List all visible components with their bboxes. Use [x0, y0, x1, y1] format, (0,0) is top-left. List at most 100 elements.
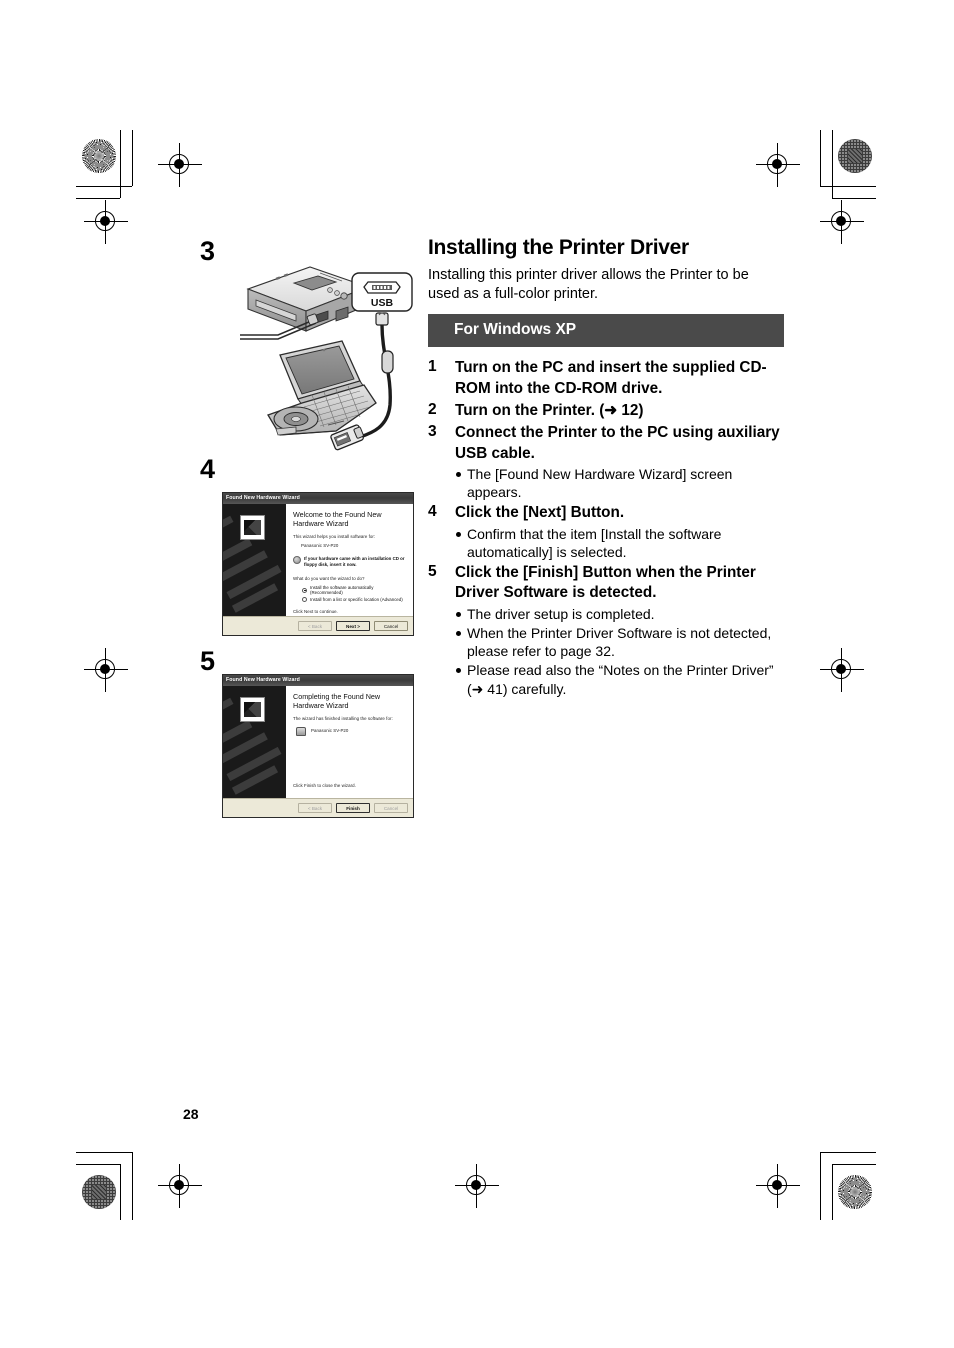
page-number: 28: [183, 1106, 199, 1122]
crop-mark-line: [76, 1152, 132, 1153]
crop-mark-line: [76, 186, 132, 187]
step-number: 3: [428, 423, 437, 441]
radio-button-icon: [302, 587, 307, 593]
dialog-titlebar: Found New Hardware Wizard: [223, 675, 413, 686]
note-item: Confirm that the item [Install the softw…: [455, 525, 784, 561]
crop-mark-line: [832, 130, 833, 198]
dialog-warning-text: If your hardware came with an installati…: [304, 555, 405, 568]
dialog-body: Completing the Found New Hardware Wizard…: [223, 686, 413, 798]
crop-mark-line: [832, 198, 876, 199]
wizard-sidebar-graphic: [223, 504, 286, 616]
registration-target: [158, 1164, 202, 1208]
step-item: 2 Turn on the Printer. (➜ 12): [428, 401, 784, 421]
back-button[interactable]: < Back: [298, 803, 332, 813]
dialog-device-name: Panasonic SV-P20: [311, 728, 349, 734]
crop-mark-line: [820, 130, 821, 186]
printer-icon: [296, 727, 306, 737]
step-text: Turn on the Printer. (➜ 12): [455, 401, 644, 419]
intro-paragraph: Installing this printer driver allows th…: [428, 267, 749, 303]
step-item: 1 Turn on the PC and insert the supplied…: [428, 358, 784, 399]
crop-mark-line: [820, 1152, 876, 1153]
crop-mark-line: [832, 1164, 833, 1220]
dialog-body: Welcome to the Found New Hardware Wizard…: [223, 504, 413, 616]
crop-mark-line: [120, 1164, 121, 1220]
back-button[interactable]: < Back: [298, 621, 332, 631]
step-item: 3 Connect the Printer to the PC using au…: [428, 423, 784, 501]
steps-list: 1 Turn on the PC and insert the supplied…: [428, 358, 784, 697]
portable-photo-printer-icon: [240, 266, 370, 340]
registration-target: [84, 200, 128, 244]
dialog-heading: Welcome to the Found New Hardware Wizard: [293, 510, 382, 528]
dialog-subtext: This wizard helps you install software f…: [293, 533, 376, 539]
dialog-footer: < Back Next > Cancel: [223, 616, 413, 635]
dialog-found-new-hardware-welcome[interactable]: Found New Hardware Wizard Welcome to the…: [222, 492, 414, 636]
printer-laptop-usb-diagram: USB: [240, 266, 413, 451]
step-item: 5 Click the [Finish] Button when the Pri…: [428, 563, 784, 698]
wizard-sidebar-graphic: [223, 686, 286, 798]
dialog-device-name: Panasonic SV-P20: [301, 543, 339, 549]
next-button[interactable]: Next >: [336, 621, 370, 631]
radio-install-from-list[interactable]: Install from a list or specific location…: [302, 597, 407, 603]
usb-callout: USB: [351, 272, 413, 312]
dialog-content: Completing the Found New Hardware Wizard…: [286, 686, 413, 798]
page-title: Installing the Printer Driver: [428, 236, 689, 259]
crop-mark-line: [120, 130, 121, 198]
registration-swatch-starburst: [82, 139, 116, 173]
wizard-icon: [240, 697, 265, 722]
crop-mark-line: [76, 1164, 120, 1165]
step-text: Turn on the PC and insert the supplied C…: [455, 359, 767, 397]
dialog-content: Welcome to the Found New Hardware Wizard…: [286, 504, 413, 616]
note-item: Please read also the “Notes on the Print…: [455, 661, 784, 697]
registration-target: [455, 1164, 499, 1208]
dialog-heading: Completing the Found New Hardware Wizard: [293, 692, 381, 710]
registration-target: [158, 143, 202, 187]
radio-button-icon: [302, 597, 307, 603]
cancel-button[interactable]: Cancel: [374, 803, 408, 813]
info-icon: [293, 555, 301, 564]
crop-mark-line: [76, 198, 120, 199]
registration-target: [756, 1164, 800, 1208]
step-number: 4: [428, 503, 437, 521]
crop-mark-line: [132, 130, 133, 186]
registration-swatch-maze: [82, 1175, 116, 1209]
step-number: 1: [428, 358, 437, 376]
registration-target: [820, 648, 864, 692]
crop-mark-line: [820, 1152, 821, 1220]
finish-button[interactable]: Finish: [336, 803, 370, 813]
cancel-button[interactable]: Cancel: [374, 621, 408, 631]
dialog-continue-hint: Click Finish to close the wizard.: [293, 783, 356, 789]
dialog-question: What do you want the wizard to do?: [293, 575, 365, 581]
step-notes: The [Found New Hardware Wizard] screen a…: [455, 465, 784, 501]
note-item: The [Found New Hardware Wizard] screen a…: [455, 465, 784, 501]
margin-step-number-3: 3: [200, 236, 215, 266]
registration-target: [756, 143, 800, 187]
usb-callout-label: USB: [371, 297, 394, 309]
instructions-column: Installing the Printer Driver Installing…: [428, 236, 784, 700]
step-notes: Confirm that the item [Install the softw…: [455, 525, 784, 561]
step-notes: The driver setup is completed. When the …: [455, 605, 784, 698]
dialog-footer: < Back Finish Cancel: [223, 798, 413, 817]
laptop-computer-icon: [267, 340, 377, 436]
step-text: Click the [Finish] Button when the Print…: [455, 564, 756, 602]
dialog-titlebar: Found New Hardware Wizard: [223, 493, 413, 504]
registration-target: [820, 200, 864, 244]
note-item: The driver setup is completed.: [455, 605, 784, 623]
usb-mini-connector-icon: [363, 281, 401, 294]
radio-install-automatically[interactable]: Install the software automatically (Reco…: [302, 585, 407, 595]
dialog-subtext: The wizard has finished installing the s…: [293, 715, 393, 721]
os-section-banner: For Windows XP: [428, 314, 784, 348]
step-text: Connect the Printer to the PC using auxi…: [455, 424, 780, 462]
dialog-found-new-hardware-completing[interactable]: Found New Hardware Wizard Completing the…: [222, 674, 414, 818]
dialog-warning: If your hardware came with an installati…: [293, 555, 407, 569]
radio-label: Install from a list or specific location…: [310, 597, 403, 603]
radio-label: Install the software automatically (Reco…: [310, 585, 374, 596]
step-number: 2: [428, 400, 437, 418]
wizard-icon: [240, 515, 265, 540]
registration-swatch-starburst: [838, 1175, 872, 1209]
step-number: 5: [428, 563, 437, 581]
crop-mark-line: [832, 1164, 876, 1165]
step-item: 4 Click the [Next] Button. Confirm that …: [428, 503, 784, 561]
margin-step-number-4: 4: [200, 454, 215, 484]
registration-target: [84, 648, 128, 692]
step-text: Click the [Next] Button.: [455, 504, 625, 522]
